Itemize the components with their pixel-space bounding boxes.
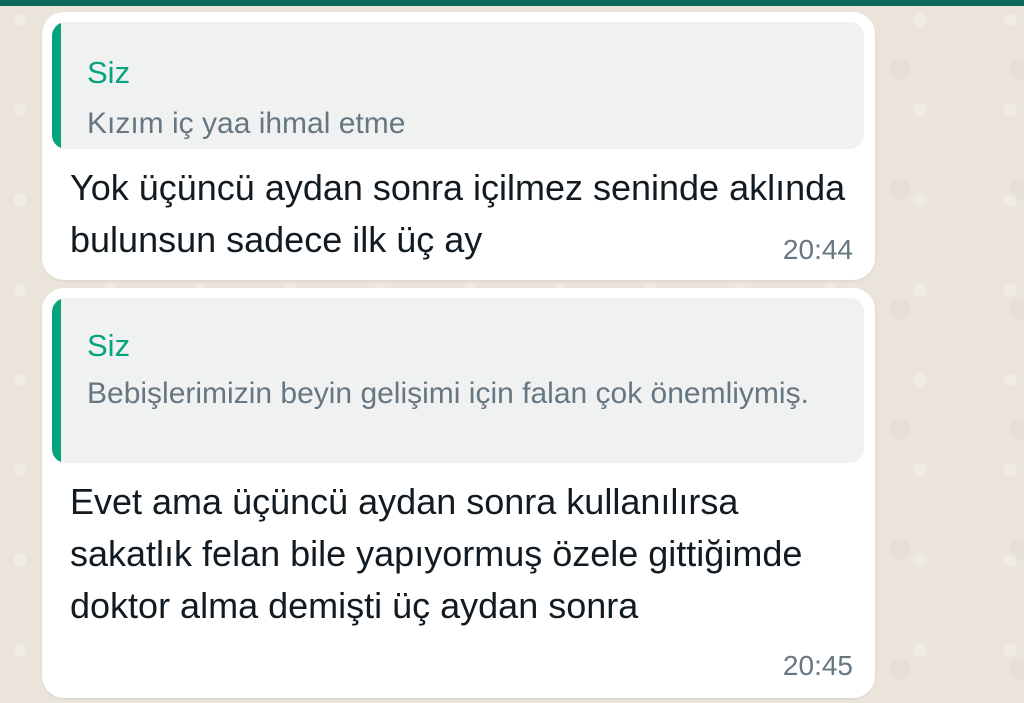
quote-bar [52,22,61,149]
quote-author: Siz [87,328,131,363]
message-bubble[interactable]: Siz Kızım iç yaa ihmal etme Yok üçüncü a… [42,12,875,280]
message-bubble[interactable]: Siz Bebişlerimizin beyin gelişimi için f… [42,288,875,698]
quote-text: Kızım iç yaa ihmal etme [87,107,406,140]
message-text: Yok üçüncü aydan sonra içilmez seninde a… [70,167,846,260]
message-time: 20:44 [782,234,853,265]
message-time: 20:45 [782,650,853,681]
quoted-message[interactable]: Siz Bebişlerimizin beyin gelişimi için f… [52,298,864,463]
quote-bar [52,298,61,463]
quote-text: Bebişlerimizin beyin gelişimi için falan… [87,377,809,410]
quoted-message[interactable]: Siz Kızım iç yaa ihmal etme [52,22,864,149]
header-bar-edge [0,0,1024,6]
quote-author: Siz [87,55,131,90]
message-text: Evet ama üçüncü aydan sonra kullanılırsa… [70,481,803,626]
